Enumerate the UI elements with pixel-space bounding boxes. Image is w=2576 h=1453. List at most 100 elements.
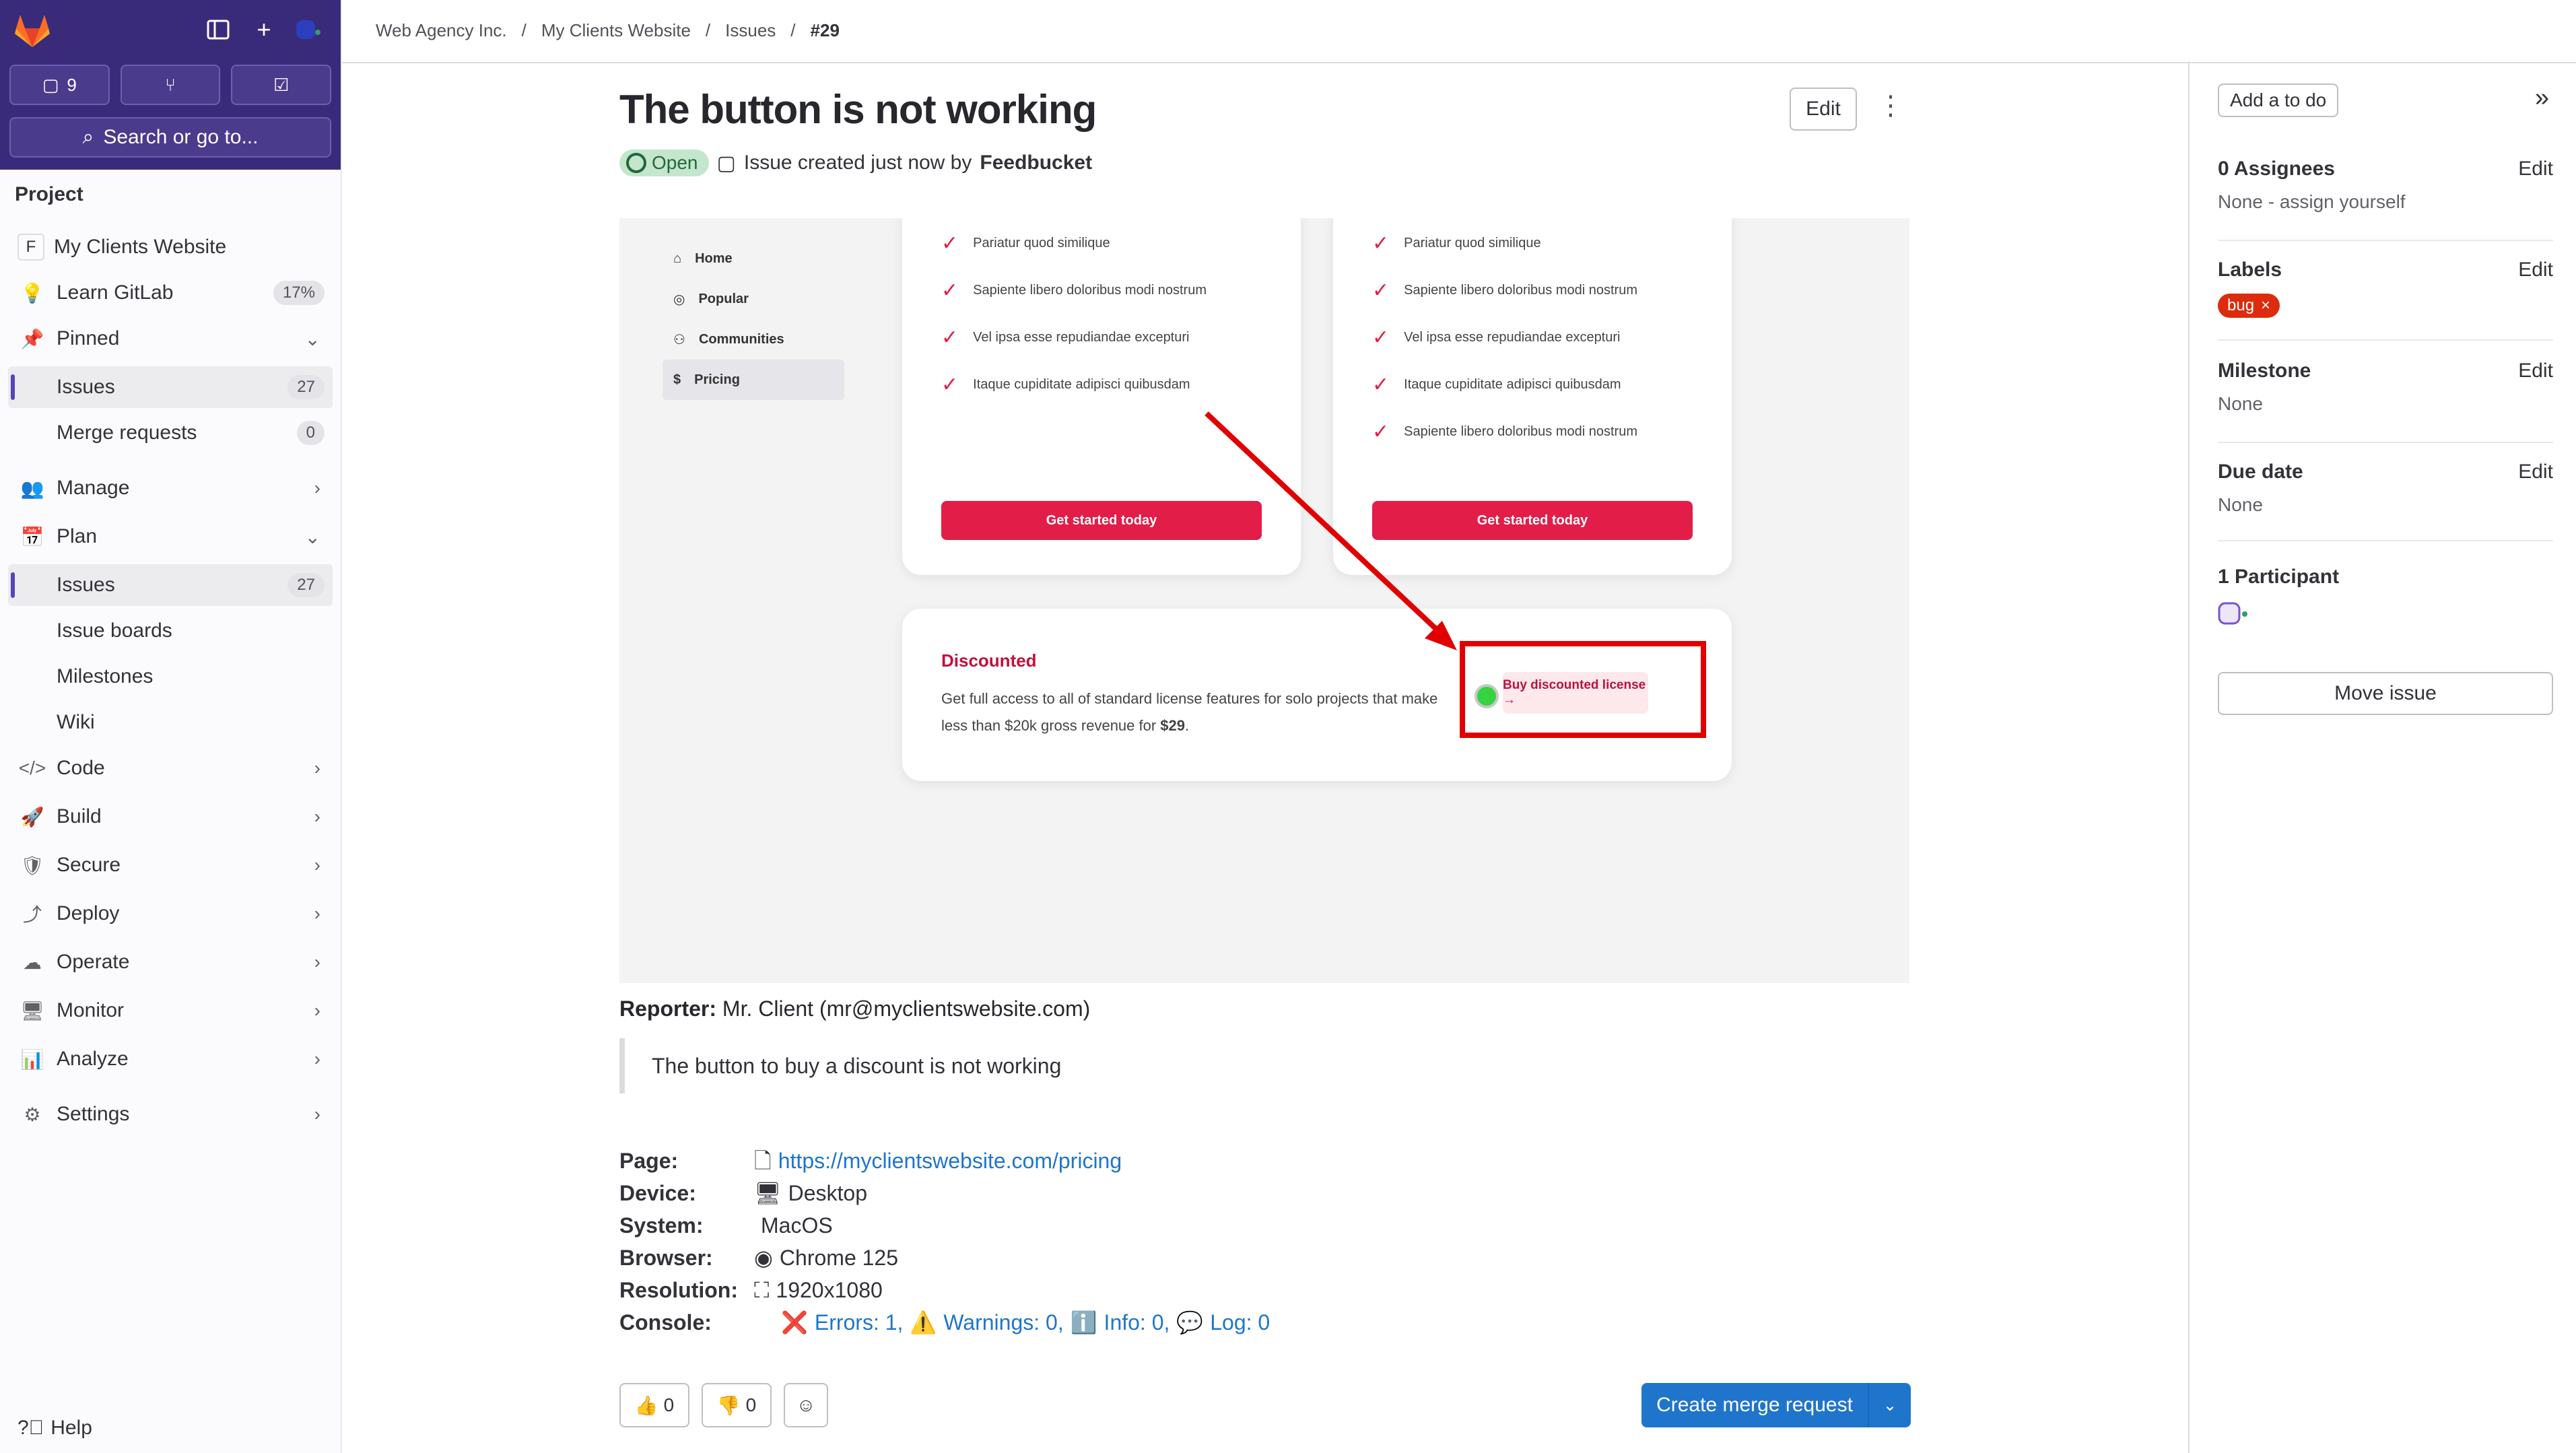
search-button[interactable]: ⌕ Search or go to...	[9, 117, 331, 158]
milestone-section: Milestone Edit None	[2218, 360, 2553, 443]
code-icon: </>	[18, 757, 46, 778]
add-reaction-button[interactable]: ☺	[784, 1383, 828, 1427]
thumbs-up-button[interactable]: 👍 0	[619, 1383, 689, 1427]
more-actions-icon[interactable]: ⋮	[1877, 90, 1904, 121]
breadcrumb-current[interactable]: #29	[811, 20, 840, 41]
resize-icon: ⛶	[754, 1278, 770, 1302]
chevron-right-icon: ›	[314, 951, 320, 972]
help-icon: ?⃝	[18, 1417, 44, 1439]
detail-row-page: Page: 🗋 https://myclientswebsite.com/prici…	[619, 1145, 1270, 1177]
assigned-issues-button[interactable]: ▢ 9	[9, 65, 110, 105]
reporter-line: Reporter: Mr. Client (mr@myclientswebsit…	[619, 996, 1091, 1021]
sidebar-item-manage[interactable]: 👥 Manage ›	[8, 467, 333, 509]
count-badge: 0	[296, 421, 325, 445]
issues-icon: ▢	[42, 74, 59, 95]
file-icon: 🗋	[754, 1149, 772, 1173]
move-issue-button[interactable]: Move issue	[2218, 672, 2553, 715]
sidebar-item-operate[interactable]: ☁ Operate ›	[8, 941, 333, 983]
deploy-icon: ⤴	[22, 904, 42, 925]
annotation-arrow-icon	[1205, 411, 1457, 650]
page-link[interactable]: https://myclientswebsite.com/pricing	[778, 1145, 1122, 1177]
sidebar-item-pinned[interactable]: 📌 Pinned ⌄	[8, 318, 333, 360]
sidebar-item-deploy[interactable]: ⤴ Deploy ›	[8, 893, 333, 935]
console-log-link[interactable]: Log: 0	[1210, 1306, 1270, 1339]
chevron-right-icon: ›	[314, 903, 320, 924]
smiley-icon: ☺	[796, 1394, 816, 1415]
gitlab-logo-icon[interactable]	[13, 13, 51, 48]
sidebar-item-monitor[interactable]: 🖥 Monitor ›	[8, 990, 333, 1032]
author-link[interactable]: Feedbucket	[980, 151, 1092, 174]
sidebar-item-pinned-merge-requests[interactable]: Merge requests 0	[8, 412, 333, 454]
chrome-icon: ◉	[754, 1246, 773, 1270]
open-status-icon	[626, 153, 646, 173]
help-button[interactable]: ?⃝ Help	[18, 1417, 92, 1440]
chevron-down-icon[interactable]: ⌄	[1868, 1383, 1911, 1427]
edit-labels-button[interactable]: Edit	[2518, 259, 2553, 281]
chevron-right-icon: ›	[314, 477, 320, 498]
detail-row-browser: Browser: ◉ Chrome 125	[619, 1242, 1270, 1274]
new-plus-icon[interactable]: +	[250, 15, 277, 43]
learn-progress-badge: 17%	[273, 281, 325, 305]
merge-request-icon: ⑂	[165, 74, 176, 95]
participant-avatar[interactable]	[2218, 601, 2553, 631]
error-icon: ❌	[781, 1310, 808, 1334]
breadcrumb-item[interactable]: Issues	[725, 20, 776, 41]
create-merge-request-button[interactable]: Create merge request ⌄	[1641, 1383, 1911, 1427]
search-icon: ⌕	[82, 126, 94, 148]
sidebar-item-issue-boards[interactable]: Issue boards	[8, 610, 333, 652]
sidebar-header: + ▢ 9 ⑂ ☑ ⌕ Search or go to...	[0, 0, 341, 170]
sidebar-item-milestones[interactable]: Milestones	[8, 656, 333, 698]
shield-icon: 🛡	[20, 854, 44, 876]
chevron-right-icon: ›	[314, 806, 320, 827]
todos-button[interactable]: ☑	[231, 65, 332, 105]
console-info-link[interactable]: Info: 0,	[1104, 1306, 1170, 1339]
remove-label-icon[interactable]: ×	[2261, 296, 2270, 315]
chevron-right-icon: ›	[314, 757, 320, 778]
assign-yourself-link[interactable]: None - assign yourself	[2218, 191, 2553, 213]
warning-icon: ⚠️	[910, 1310, 937, 1334]
sidebar-item-pinned-issues[interactable]: Issues 27	[8, 366, 333, 408]
attached-screenshot[interactable]: ⌂ Home ◎ Popular ⚇ Communities $ Pricing ✓ Pa…	[619, 218, 1909, 983]
sidebar-item-wiki[interactable]: Wiki	[8, 702, 333, 743]
count-badge: 27	[287, 573, 325, 597]
breadcrumb-item[interactable]: My Clients Website	[541, 20, 691, 41]
detail-row-system: System: MacOS	[619, 1213, 833, 1238]
labels-section: Labels Edit bug ×	[2218, 259, 2553, 341]
sidebar-item-settings[interactable]: ⚙ Settings ›	[8, 1093, 333, 1135]
add-todo-button[interactable]: Add a to do	[2218, 83, 2339, 117]
sidebar-item-analyze[interactable]: 📊 Analyze ›	[8, 1038, 333, 1080]
console-errors-link[interactable]: Errors: 1,	[815, 1306, 904, 1339]
right-sidebar: Add a to do » 0 Assignees Edit None - ass…	[2188, 63, 2576, 1453]
edit-issue-button[interactable]: Edit	[1790, 88, 1857, 131]
edit-milestone-button[interactable]: Edit	[2518, 360, 2553, 382]
sidebar-item-plan[interactable]: 📅 Plan ⌄	[8, 516, 333, 557]
page-title: The button is not working	[619, 87, 1097, 132]
monitor-icon: 🖥	[20, 1000, 44, 1021]
chevron-right-icon: ›	[314, 1000, 320, 1021]
chevron-down-icon: ⌄	[304, 526, 320, 547]
edit-assignees-button[interactable]: Edit	[2518, 158, 2553, 180]
cloud-gear-icon: ☁	[23, 951, 42, 973]
calendar-icon: 📅	[20, 526, 44, 547]
breadcrumb-item[interactable]: Web Agency Inc.	[376, 20, 507, 41]
edit-due-date-button[interactable]: Edit	[2518, 461, 2553, 483]
console-warnings-link[interactable]: Warnings: 0,	[943, 1306, 1063, 1339]
speech-bubble-icon: 💬	[1176, 1310, 1204, 1334]
avatar[interactable]	[294, 16, 320, 43]
chevron-right-icon: ›	[314, 1048, 320, 1069]
rocket-icon: 🚀	[20, 806, 44, 827]
merge-requests-button[interactable]: ⑂	[120, 65, 221, 105]
issue-type-icon: ▢	[716, 151, 736, 174]
assignees-section: 0 Assignees Edit None - assign yourself	[2218, 158, 2553, 241]
sidebar-item-project[interactable]: F My Clients Website	[8, 226, 333, 268]
collapse-sidebar-icon[interactable]: »	[2535, 83, 2549, 112]
users-icon: 👥	[20, 477, 44, 499]
sidebar-item-build[interactable]: 🚀 Build ›	[8, 796, 333, 838]
detail-row-console: Console: ❌ Errors: 1, ⚠️ Warnings: 0, ℹ️ In…	[619, 1306, 1270, 1339]
sidebar-toggle-icon[interactable]	[205, 16, 232, 43]
sidebar-item-learn[interactable]: 💡 Learn GitLab 17%	[8, 272, 333, 314]
sidebar-item-secure[interactable]: 🛡 Secure ›	[8, 844, 333, 886]
sidebar-item-plan-issues[interactable]: Issues 27	[8, 564, 333, 606]
sidebar-item-code[interactable]: </> Code ›	[8, 747, 333, 789]
thumbs-down-button[interactable]: 👎 0	[702, 1383, 772, 1427]
